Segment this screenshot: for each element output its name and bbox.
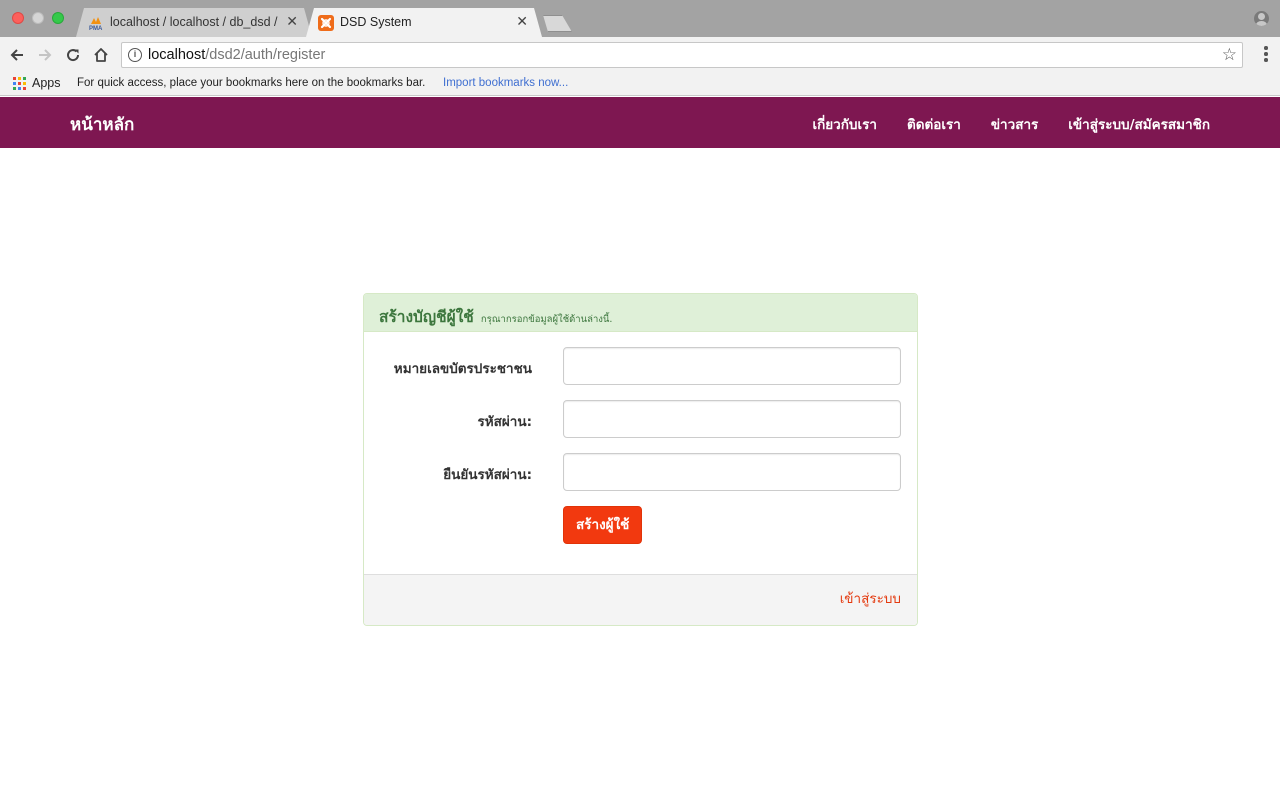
bookmarks-bar: Apps For quick access, place your bookma… [0,73,1280,96]
form-row-confirm-password: ยืนยันรหัสผ่าน: [364,453,917,491]
bookmark-star-icon[interactable]: ☆ [1222,45,1237,65]
forward-arrow-icon[interactable] [33,43,57,67]
nav-link-news[interactable]: ข่าวสาร [991,113,1038,135]
info-icon[interactable]: i [128,48,142,62]
navbar-brand-home[interactable]: หน้าหลัก [70,111,134,138]
window-close-button[interactable] [12,12,24,24]
panel-footer: เข้าสู่ระบบ [364,574,917,625]
browser-tab-dsd-system[interactable]: DSD System ✕ [306,8,542,37]
form-row-password: รหัสผ่าน: [364,400,917,438]
window-minimize-button[interactable] [32,12,44,24]
browser-toolbar: i localhost/dsd2/auth/register ☆ [0,37,1280,73]
back-arrow-icon[interactable] [5,43,29,67]
panel-heading: สร้างบัญชีผู้ใช้ กรุณากรอกข้อมูลผู้ใช้ด้… [364,294,917,332]
confirm-password-label: ยืนยันรหัสผ่าน: [443,467,532,483]
password-label: รหัสผ่าน: [477,414,532,430]
url-text[interactable]: localhost/dsd2/auth/register [148,47,325,63]
id-card-input[interactable] [563,347,901,385]
bookmarks-hint: For quick access, place your bookmarks h… [77,77,426,89]
window-maximize-button[interactable] [52,12,64,24]
site-navbar: หน้าหลัก เกี่ยวกับเรา ติดต่อเรา ข่าวสาร … [0,97,1280,148]
password-input[interactable] [563,400,901,438]
import-bookmarks-link[interactable]: Import bookmarks now... [443,77,568,89]
nav-link-contact[interactable]: ติดต่อเรา [907,113,961,135]
panel-title: สร้างบัญชีผู้ใช้ [379,308,474,326]
tab-title: localhost / localhost / db_dsd / ... [110,15,280,29]
navbar-links: เกี่ยวกับเรา ติดต่อเรา ข่าวสาร เข้าสู่ระ… [812,113,1210,135]
browser-tab-phpmyadmin[interactable]: PMA localhost / localhost / db_dsd / ...… [76,8,312,37]
confirm-password-input[interactable] [563,453,901,491]
xampp-icon [318,15,334,31]
phpmyadmin-icon: PMA [88,15,104,32]
register-panel: สร้างบัญชีผู้ใช้ กรุณากรอกข้อมูลผู้ใช้ด้… [363,293,918,626]
create-user-button[interactable]: สร้างผู้ใช้ [563,506,643,544]
nav-link-about[interactable]: เกี่ยวกับเรา [812,113,876,135]
close-icon[interactable]: ✕ [286,14,298,30]
panel-subtitle: กรุณากรอกข้อมูลผู้ใช้ด้านล่างนี้. [480,314,613,325]
profile-icon[interactable] [1254,11,1269,26]
apps-grid-icon[interactable] [13,77,26,90]
nav-link-login-register[interactable]: เข้าสู่ระบบ/สมัครสมาชิก [1068,113,1210,135]
id-card-label: หมายเลขบัตรประชาชน [393,361,532,377]
address-bar[interactable]: i localhost/dsd2/auth/register ☆ [121,42,1243,68]
apps-link[interactable]: Apps [32,76,61,90]
tab-title: DSD System [340,15,412,29]
home-icon[interactable] [89,43,113,67]
svg-text:PMA: PMA [89,26,103,31]
reload-icon[interactable] [61,43,85,67]
login-link[interactable]: เข้าสู่ระบบ [840,587,901,609]
close-icon[interactable]: ✕ [516,14,528,30]
form-row-id-card: หมายเลขบัตรประชาชน [364,347,917,385]
new-tab-button[interactable] [538,15,572,32]
browser-menu-icon[interactable] [1264,46,1268,64]
browser-tabstrip: PMA localhost / localhost / db_dsd / ...… [0,0,1280,37]
